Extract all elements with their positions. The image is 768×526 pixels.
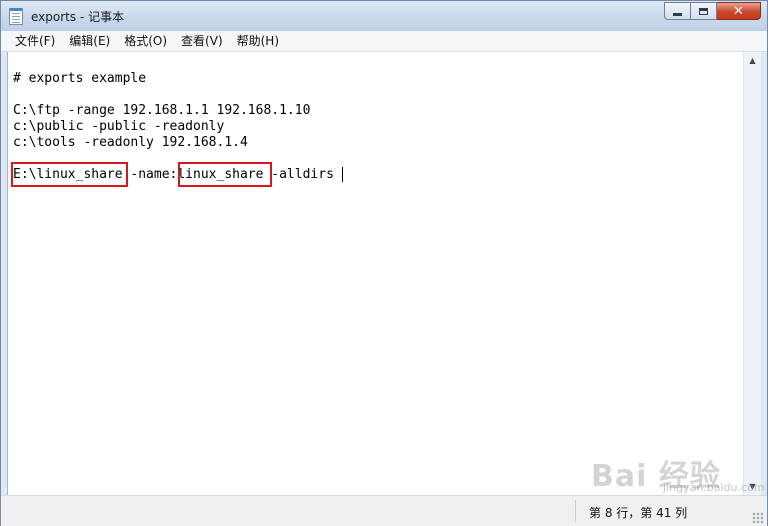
menu-bar: 文件(F) 编辑(E) 格式(O) 查看(V) 帮助(H) [1,31,767,52]
menu-view[interactable]: 查看(V) [174,31,230,51]
notepad-icon [9,8,23,25]
menu-file[interactable]: 文件(F) [8,31,62,51]
cursor-position: 第 8 行，第 41 列 [589,506,688,520]
text-editor[interactable]: # exports example C:\ftp -range 192.168.… [7,52,744,495]
scroll-up-arrow-icon[interactable]: ▲ [744,52,761,69]
menu-format[interactable]: 格式(O) [117,31,174,51]
window-controls: ✕ [664,2,761,21]
text-caret [342,167,343,182]
minimize-button[interactable] [664,2,691,20]
highlight-box-path [11,162,128,187]
status-divider [575,500,576,522]
editor-line: c:\public -public -readonly [13,119,225,134]
editor-line: C:\ftp -range 192.168.1.1 192.168.1.10 [13,103,311,118]
vertical-scrollbar[interactable]: ▲ ▼ [743,52,761,495]
maximize-icon [699,7,708,15]
editor-line: c:\tools -readonly 192.168.1.4 [13,135,248,150]
window-title: exports - 记事本 [31,10,125,24]
close-icon: ✕ [733,3,744,19]
menu-help[interactable]: 帮助(H) [230,31,286,51]
minimize-icon [673,12,682,16]
baidu-watermark-url: jingyan.baidu.com [663,481,765,494]
maximize-button[interactable] [691,2,717,20]
status-bar: 第 8 行，第 41 列 [1,495,767,526]
title-bar[interactable]: exports - 记事本 ✕ [1,1,767,31]
close-button[interactable]: ✕ [717,2,761,20]
highlight-box-name [178,162,272,187]
editor-line: # exports example [13,71,147,86]
notepad-window: exports - 记事本 ✕ 文件(F) 编辑(E) 格式(O) 查看(V) … [0,0,768,526]
resize-grip-icon[interactable] [752,512,763,523]
menu-edit[interactable]: 编辑(E) [62,31,117,51]
